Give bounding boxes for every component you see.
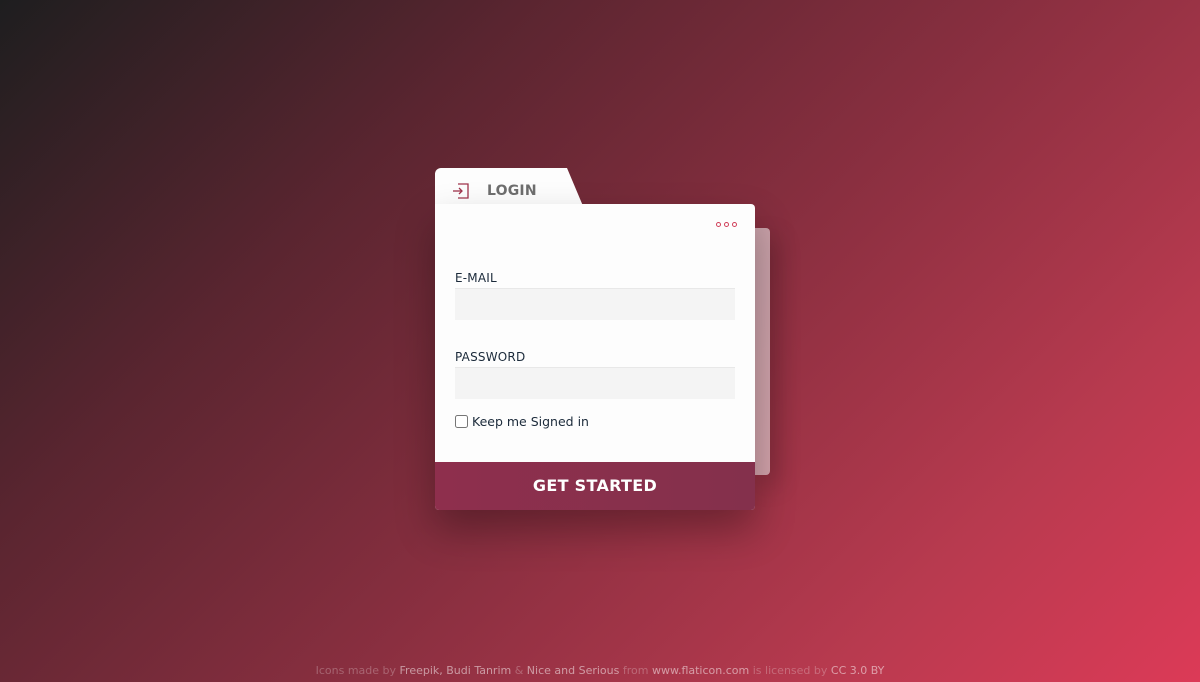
attribution-footer: Icons made by Freepik, Budi Tanrim & Nic… <box>0 664 1200 677</box>
login-icon <box>452 182 470 200</box>
footer-prefix: Icons made by <box>315 664 397 677</box>
email-input[interactable] <box>455 288 735 320</box>
password-label: PASSWORD <box>455 350 526 364</box>
footer-amp: & <box>514 664 524 677</box>
login-tab-label: LOGIN <box>487 183 537 199</box>
keep-signed-in-row: Keep me Signed in <box>455 414 589 429</box>
card-back-sheet <box>755 228 770 475</box>
get-started-button[interactable]: GET STARTED <box>435 462 755 510</box>
footer-author1-link[interactable]: Freepik, Budi Tanrim <box>400 664 512 677</box>
footer-licensed: is licensed by <box>752 664 828 677</box>
password-input[interactable] <box>455 367 735 399</box>
email-label: E-MAIL <box>455 271 497 285</box>
footer-site-link[interactable]: www.flaticon.com <box>652 664 749 677</box>
keep-signed-in-checkbox[interactable] <box>455 415 468 428</box>
footer-license-link[interactable]: CC 3.0 BY <box>831 664 885 677</box>
footer-author2-link[interactable]: Nice and Serious <box>527 664 620 677</box>
login-card: E-MAIL PASSWORD Keep me Signed in GET ST… <box>435 204 755 510</box>
keep-signed-in-label[interactable]: Keep me Signed in <box>472 414 589 429</box>
more-options-icon[interactable] <box>716 222 737 227</box>
footer-from: from <box>622 664 649 677</box>
